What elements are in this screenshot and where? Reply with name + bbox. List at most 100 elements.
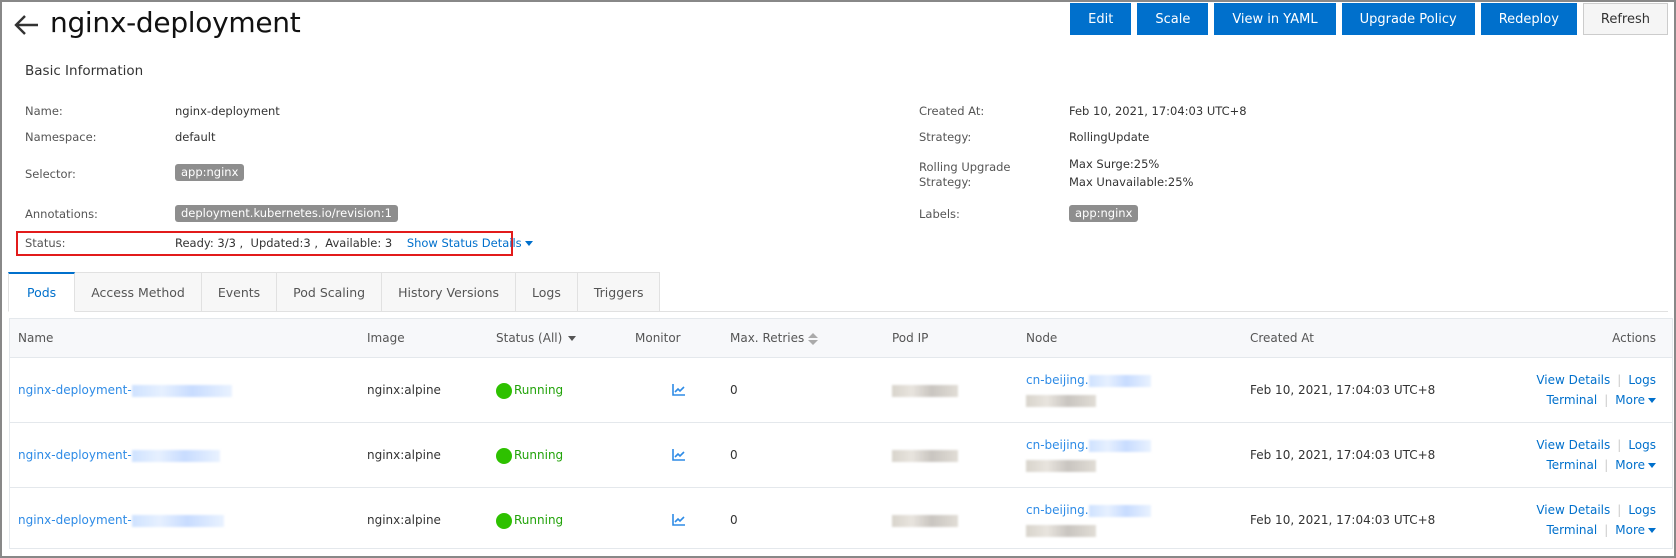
column-header-node: Node [1026, 331, 1058, 345]
refresh-button[interactable]: Refresh [1582, 3, 1668, 35]
view-details-link[interactable]: View Details [1536, 438, 1610, 452]
pod-image: nginx:alpine [367, 448, 441, 462]
node-link[interactable]: cn-beijing. [1026, 500, 1151, 540]
view-in-yaml-button[interactable]: View in YAML [1214, 3, 1336, 35]
node-ip-redacted [1026, 394, 1096, 407]
node-link[interactable]: cn-beijing. [1026, 370, 1151, 410]
section-title-basic-information: Basic Information [25, 63, 144, 79]
status-value: Ready: 3/3 , Updated:3 , Available: 3 Sh… [175, 236, 533, 251]
pod-name-prefix: nginx-deployment- [18, 513, 132, 527]
caret-down-icon [1648, 463, 1656, 468]
logs-link[interactable]: Logs [1628, 503, 1656, 517]
selector-tag: app:nginx [175, 164, 245, 181]
created-at-label: Created At: [919, 104, 985, 118]
name-value: nginx-deployment [175, 104, 280, 118]
pod-name-redacted [131, 449, 220, 462]
column-header-created-at: Created At [1250, 331, 1315, 345]
more-dropdown[interactable]: More [1615, 523, 1656, 537]
pod-ip-redacted [892, 384, 958, 397]
logs-link[interactable]: Logs [1628, 438, 1656, 452]
view-details-link[interactable]: View Details [1536, 373, 1610, 387]
pod-name-prefix: nginx-deployment- [18, 383, 132, 397]
tab-pods[interactable]: Pods [8, 272, 76, 312]
pod-actions: View Details | Logs Terminal | More [1536, 435, 1656, 475]
logs-link[interactable]: Logs [1628, 373, 1656, 387]
pod-max-retries: 0 [730, 513, 738, 527]
created-at-value: Feb 10, 2021, 17:04:03 UTC+8 [1069, 104, 1247, 118]
namespace-value: default [175, 130, 216, 144]
edit-button[interactable]: Edit [1070, 3, 1132, 35]
pod-name-prefix: nginx-deployment- [18, 448, 132, 462]
column-header-monitor: Monitor [635, 331, 681, 345]
pod-status: Running [496, 380, 563, 400]
tab-bar: Pods Access Method Events Pod Scaling Hi… [8, 272, 661, 312]
terminal-link[interactable]: Terminal [1546, 393, 1597, 407]
node-prefix: cn-beijing. [1026, 503, 1089, 517]
annotations-label: Annotations: [25, 207, 98, 221]
pod-created-at: Feb 10, 2021, 17:04:03 UTC+8 [1250, 513, 1436, 527]
more-dropdown[interactable]: More [1615, 393, 1656, 407]
pod-ip-redacted [892, 449, 958, 462]
pod-name-link[interactable]: nginx-deployment- [18, 510, 224, 530]
column-header-status[interactable]: Status (All) [496, 331, 577, 345]
max-unavailable-value: Max Unavailable:25% [1069, 175, 1194, 189]
pod-ip [892, 380, 958, 400]
pod-name-link[interactable]: nginx-deployment- [18, 380, 232, 400]
pod-created-at: Feb 10, 2021, 17:04:03 UTC+8 [1250, 383, 1436, 397]
table-header: Name Image Status (All) Monitor Max. Ret… [10, 319, 1672, 358]
more-dropdown[interactable]: More [1615, 458, 1656, 472]
status-label: Status: [25, 236, 66, 250]
pod-actions: View Details | Logs Terminal | More [1536, 500, 1656, 540]
pod-status: Running [496, 510, 563, 530]
pod-ip [892, 445, 958, 465]
tab-events[interactable]: Events [201, 272, 278, 312]
column-header-name: Name [18, 331, 54, 345]
terminal-link[interactable]: Terminal [1546, 458, 1597, 472]
sort-icon[interactable] [808, 332, 819, 345]
upgrade-policy-button[interactable]: Upgrade Policy [1341, 3, 1475, 35]
tab-triggers[interactable]: Triggers [577, 272, 661, 312]
column-header-max-retries[interactable]: Max. Retries [730, 331, 819, 345]
strategy-value: RollingUpdate [1069, 130, 1150, 144]
show-status-details-link[interactable]: Show Status Details [407, 236, 533, 250]
caret-down-icon [1648, 528, 1656, 533]
namespace-label: Namespace: [25, 130, 97, 144]
column-header-pod-ip: Pod IP [892, 331, 929, 345]
node-link[interactable]: cn-beijing. [1026, 435, 1151, 475]
tab-history-versions[interactable]: History Versions [382, 272, 517, 312]
monitor-chart-icon[interactable] [672, 514, 686, 526]
back-arrow-icon[interactable] [12, 10, 42, 40]
monitor-chart-icon[interactable] [672, 449, 686, 461]
terminal-link[interactable]: Terminal [1546, 523, 1597, 537]
node-ip-redacted [1026, 459, 1096, 472]
tab-logs[interactable]: Logs [516, 272, 578, 312]
column-header-actions: Actions [1612, 331, 1656, 345]
node-redacted [1088, 504, 1151, 517]
rolling-upgrade-strategy-value: Max Surge:25% Max Unavailable:25% [1069, 157, 1193, 190]
table-row: nginx-deployment- nginx:alpine Running 0… [10, 358, 1672, 423]
max-retries-label: Max. Retries [730, 331, 805, 345]
tab-access-method[interactable]: Access Method [75, 272, 202, 312]
tab-pod-scaling[interactable]: Pod Scaling [277, 272, 383, 312]
separator: | [1604, 523, 1609, 537]
pod-actions: View Details | Logs Terminal | More [1536, 370, 1656, 410]
scale-button[interactable]: Scale [1137, 3, 1209, 35]
caret-down-icon [524, 241, 533, 246]
rolling-label-line2: Strategy: [919, 175, 972, 189]
max-surge-value: Max Surge:25% [1069, 157, 1160, 171]
pod-name-redacted [131, 514, 224, 527]
pod-status-label: Running [514, 383, 564, 397]
redeploy-button[interactable]: Redeploy [1480, 3, 1577, 35]
more-label: More [1615, 393, 1645, 407]
annotations-tag: deployment.kubernetes.io/revision:1 [175, 205, 398, 222]
view-details-link[interactable]: View Details [1536, 503, 1610, 517]
labels-tag: app:nginx [1069, 205, 1139, 222]
pod-max-retries: 0 [730, 383, 738, 397]
pod-name-link[interactable]: nginx-deployment- [18, 445, 220, 465]
rolling-upgrade-strategy-label: Rolling Upgrade Strategy: [919, 160, 1011, 190]
separator: | [1604, 393, 1609, 407]
monitor-chart-icon[interactable] [672, 384, 686, 396]
status-filter-label: Status (All) [496, 331, 563, 345]
separator: | [1617, 373, 1622, 387]
pod-status-label: Running [514, 513, 564, 527]
